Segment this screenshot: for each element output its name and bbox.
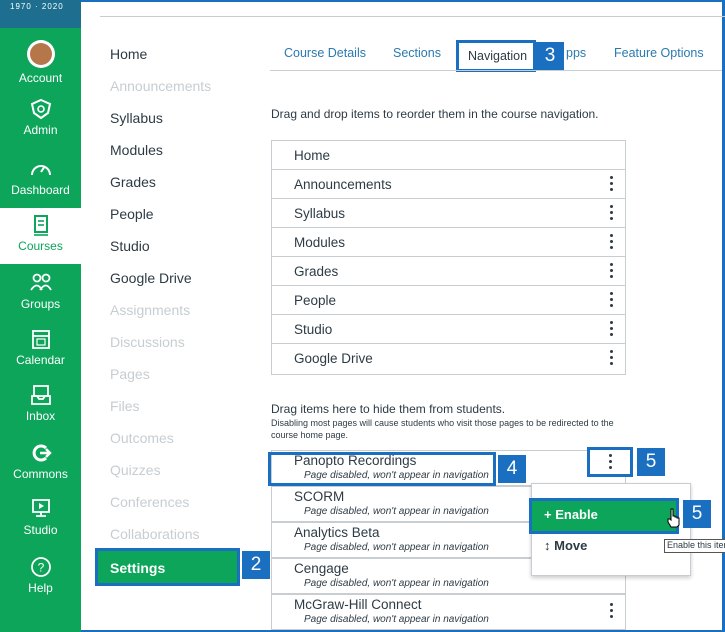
svg-text:?: ? [37,561,44,575]
global-nav-inbox-label: Inbox [25,409,56,423]
course-nav-settings-label: Settings [110,560,166,576]
global-nav-groups[interactable]: Groups [0,272,81,318]
course-nav-assignments[interactable]: Assignments [110,302,190,318]
enable-menu-item[interactable]: + Enable [529,498,679,534]
global-nav-admin[interactable]: Admin [0,98,81,146]
kebab-menu-icon[interactable] [609,321,613,337]
enable-label: + Enable [544,507,598,522]
global-nav-commons-label: Commons [13,467,68,481]
enabled-item[interactable]: Home [272,141,625,170]
global-nav-courses-label: Courses [18,239,63,253]
global-nav-help[interactable]: ? Help [0,556,81,602]
avatar [26,40,55,68]
tab-navigation[interactable]: Navigation [456,40,536,72]
tab-course-details[interactable]: Course Details [284,46,366,60]
redirect-note: Disabling most pages will cause students… [271,418,614,440]
global-nav-courses[interactable]: Courses [0,208,81,264]
course-nav-studio[interactable]: Studio [110,238,150,254]
enabled-item[interactable]: Studio [272,315,625,344]
global-nav-admin-label: Admin [23,123,58,137]
global-nav-commons[interactable]: Commons [0,442,81,488]
kebab-menu-icon [608,454,612,470]
kebab-menu-icon[interactable] [609,603,613,619]
global-nav-dashboard[interactable]: Dashboard [0,158,81,206]
enabled-item[interactable]: Modules [272,228,625,257]
global-nav-help-label: Help [28,581,53,595]
enable-tooltip: Enable this item [664,539,725,553]
disabled-item-mcgraw-hill[interactable]: McGraw-Hill Connect Page disabled, won't… [271,594,626,630]
course-nav-syllabus[interactable]: Syllabus [110,110,163,126]
enabled-item[interactable]: People [272,286,625,315]
step-badge-enable: 5 [683,500,711,528]
courses-book-icon [33,215,48,236]
reorder-instruction: Drag and drop items to reorder them in t… [271,107,599,121]
hand-cursor-icon [667,508,680,528]
calendar-icon [31,330,50,349]
move-menu-item[interactable]: ↕ Move [544,538,587,553]
global-nav-groups-label: Groups [20,297,61,311]
enabled-item[interactable]: Grades [272,257,625,286]
step-badge-panopto: 4 [498,455,526,483]
panopto-kebab-button[interactable] [587,447,633,477]
step-badge-settings: 2 [242,551,270,579]
tab-apps[interactable]: pps [566,46,586,60]
global-nav-account[interactable]: Account [0,40,81,88]
course-nav-pages[interactable]: Pages [110,366,150,382]
commons-arrow-icon [32,444,52,462]
global-nav-account-label: Account [18,71,63,85]
course-nav-files[interactable]: Files [110,398,140,414]
inbox-icon [30,385,51,405]
kebab-menu-icon[interactable] [609,292,613,308]
course-nav-announcements[interactable]: Announcements [110,78,211,94]
global-nav: 1970 · 2020 Account Admin Dashboard Cour… [0,0,81,632]
course-nav-collaborations[interactable]: Collaborations [110,526,200,542]
groups-people-icon [29,273,52,291]
tab-sections[interactable]: Sections [393,46,441,60]
course-nav-modules[interactable]: Modules [110,142,163,158]
course-nav-people[interactable]: People [110,206,154,222]
admin-shield-icon [30,98,51,120]
global-nav-studio-label: Studio [23,523,58,537]
help-question-icon: ? [30,557,51,577]
institution-logo: 1970 · 2020 [0,0,81,28]
global-nav-studio[interactable]: Studio [0,498,81,544]
global-nav-dashboard-label: Dashboard [11,183,70,197]
course-nav-google-drive[interactable]: Google Drive [110,270,192,286]
dashboard-gauge-icon [30,165,51,176]
course-nav-outcomes[interactable]: Outcomes [110,430,174,446]
step-badge-kebab: 5 [637,448,665,476]
course-nav-discussions[interactable]: Discussions [110,334,185,350]
hide-instruction: Drag items here to hide them from studen… [271,402,506,416]
panopto-highlight [268,452,496,486]
studio-screen-icon [31,499,50,517]
global-nav-calendar-label: Calendar [16,353,65,367]
enabled-items-list: Home Announcements Syllabus Modules Grad… [271,140,626,375]
kebab-menu-icon[interactable] [609,350,613,366]
course-nav-home[interactable]: Home [110,46,147,62]
kebab-menu-icon[interactable] [609,234,613,250]
course-nav-settings[interactable]: Settings [95,548,240,586]
enabled-item[interactable]: Syllabus [272,199,625,228]
tab-feature-options[interactable]: Feature Options [614,46,704,60]
enabled-item[interactable]: Google Drive [272,344,625,373]
course-nav-conferences[interactable]: Conferences [110,494,189,510]
tabs-divider [270,70,722,71]
global-nav-calendar[interactable]: Calendar [0,328,81,374]
tab-navigation-label: Navigation [468,49,528,63]
kebab-menu-icon[interactable] [609,263,613,279]
kebab-menu-icon[interactable] [609,205,613,221]
course-nav-quizzes[interactable]: Quizzes [110,462,161,478]
global-nav-inbox[interactable]: Inbox [0,384,81,430]
step-badge-navigation: 3 [536,42,564,70]
course-nav-grades[interactable]: Grades [110,174,156,190]
kebab-menu-icon[interactable] [609,176,613,192]
top-divider [100,16,725,17]
enabled-item[interactable]: Announcements [272,170,625,199]
